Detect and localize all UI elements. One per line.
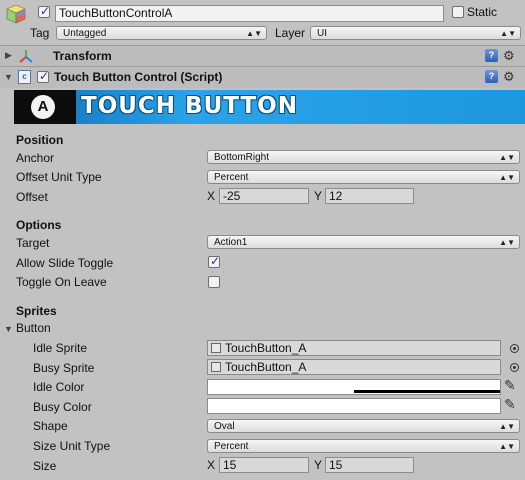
script-header[interactable]: ▼ c ✓ Touch Button Control (Script) ? ⚙: [0, 66, 525, 88]
busy-color-label: Busy Color: [33, 400, 92, 414]
transform-title: Transform: [53, 49, 112, 63]
allow-slide-toggle-label: Allow Slide Toggle: [16, 256, 114, 270]
checkmark-icon: ✓: [39, 69, 50, 83]
size-x-label: X: [207, 458, 216, 472]
gear-icon[interactable]: ⚙: [503, 48, 515, 64]
layer-value: UI: [317, 28, 327, 39]
touch-button-banner: A TOUCH BUTTON: [14, 90, 525, 124]
offset-x-input[interactable]: -25: [219, 188, 309, 204]
sprite-icon: [211, 362, 221, 372]
dropdown-arrow-icon: ▲▼: [246, 29, 262, 38]
object-name-input[interactable]: TouchButtonControlA: [55, 5, 444, 22]
busy-sprite-value: TouchButton_A: [225, 360, 307, 374]
gear-icon[interactable]: ⚙: [503, 69, 515, 85]
anchor-label: Anchor: [16, 151, 55, 165]
anchor-dropdown[interactable]: BottomRight ▲▼: [207, 150, 520, 164]
size-unit-label: Size Unit Type: [33, 439, 111, 453]
sprites-section-title: Sprites: [16, 304, 57, 318]
offset-unit-label: Offset Unit Type: [16, 170, 102, 184]
transform-header[interactable]: ▶ Transform ? ⚙: [0, 45, 525, 67]
size-x-input[interactable]: 15: [219, 457, 309, 473]
foldout-expanded-icon[interactable]: ▼: [4, 324, 13, 334]
idle-color-label: Idle Color: [33, 380, 85, 394]
dropdown-arrow-icon: ▲▼: [499, 442, 515, 451]
banner-title: TOUCH BUTTON: [81, 93, 298, 119]
offset-unit-dropdown[interactable]: Percent ▲▼: [207, 170, 520, 184]
button-foldout-label[interactable]: Button: [16, 321, 51, 335]
offset-y-input[interactable]: 12: [325, 188, 414, 204]
eyedropper-icon[interactable]: ✎: [504, 377, 516, 394]
target-value: Action1: [214, 237, 248, 248]
toggle-on-leave-label: Toggle On Leave: [16, 275, 107, 289]
idle-sprite-label: Idle Sprite: [33, 341, 88, 355]
position-section-title: Position: [16, 133, 64, 147]
tag-value: Untagged: [63, 28, 107, 39]
script-file-icon: c: [18, 70, 31, 84]
idle-color-swatch[interactable]: [207, 379, 501, 395]
static-label: Static: [467, 5, 498, 19]
idle-sprite-field[interactable]: TouchButton_A: [207, 340, 501, 356]
dropdown-arrow-icon: ▲▼: [499, 153, 515, 162]
size-y-input[interactable]: 15: [325, 457, 414, 473]
tag-label: Tag: [30, 26, 50, 40]
dropdown-arrow-icon: ▲▼: [500, 29, 516, 38]
target-dropdown[interactable]: Action1 ▲▼: [207, 235, 520, 249]
offset-unit-value: Percent: [214, 172, 249, 183]
foldout-expanded-icon[interactable]: ▼: [4, 72, 13, 82]
layer-label: Layer: [275, 26, 306, 40]
busy-sprite-field[interactable]: TouchButton_A: [207, 359, 501, 375]
checkmark-icon: ✓: [40, 4, 51, 18]
size-label: Size: [33, 459, 57, 473]
sprite-icon: [211, 343, 221, 353]
foldout-collapsed-icon[interactable]: ▶: [5, 50, 12, 61]
anchor-value: BottomRight: [214, 152, 270, 163]
alpha-bar: [354, 390, 500, 393]
dropdown-arrow-icon: ▲▼: [499, 238, 515, 247]
banner-letter-badge: A: [31, 95, 55, 119]
help-icon[interactable]: ?: [485, 49, 498, 62]
gameobject-cube-icon: [5, 3, 27, 25]
allow-slide-toggle-checkbox[interactable]: ✓: [208, 254, 221, 268]
object-picker-icon[interactable]: [510, 344, 519, 353]
tag-dropdown[interactable]: Untagged ▲▼: [56, 26, 267, 40]
help-icon[interactable]: ?: [485, 70, 498, 83]
shape-value: Oval: [214, 421, 235, 432]
checkmark-icon: ✓: [210, 254, 221, 268]
static-checkbox[interactable]: [452, 6, 464, 18]
active-checkbox[interactable]: ✓: [38, 4, 51, 18]
busy-color-swatch[interactable]: [207, 398, 501, 414]
busy-sprite-label: Busy Sprite: [33, 361, 95, 375]
dropdown-arrow-icon: ▲▼: [499, 422, 515, 431]
size-unit-dropdown[interactable]: Percent ▲▼: [207, 439, 520, 453]
shape-dropdown[interactable]: Oval ▲▼: [207, 419, 520, 433]
toggle-on-leave-checkbox[interactable]: [208, 276, 220, 288]
dropdown-arrow-icon: ▲▼: [499, 173, 515, 182]
offset-label: Offset: [16, 190, 48, 204]
target-label: Target: [16, 236, 50, 250]
object-picker-icon[interactable]: [510, 363, 519, 372]
offset-x-label: X: [207, 189, 216, 203]
eyedropper-icon[interactable]: ✎: [504, 396, 516, 413]
offset-y-label: Y: [314, 189, 323, 203]
options-section-title: Options: [16, 218, 62, 232]
script-title: Touch Button Control (Script): [54, 70, 223, 84]
idle-sprite-value: TouchButton_A: [225, 341, 307, 355]
size-y-label: Y: [314, 458, 323, 472]
shape-label: Shape: [33, 419, 68, 433]
layer-dropdown[interactable]: UI ▲▼: [310, 26, 521, 40]
transform-axes-icon: [18, 48, 34, 64]
script-enabled-checkbox[interactable]: ✓: [37, 69, 50, 83]
size-unit-value: Percent: [214, 441, 249, 452]
